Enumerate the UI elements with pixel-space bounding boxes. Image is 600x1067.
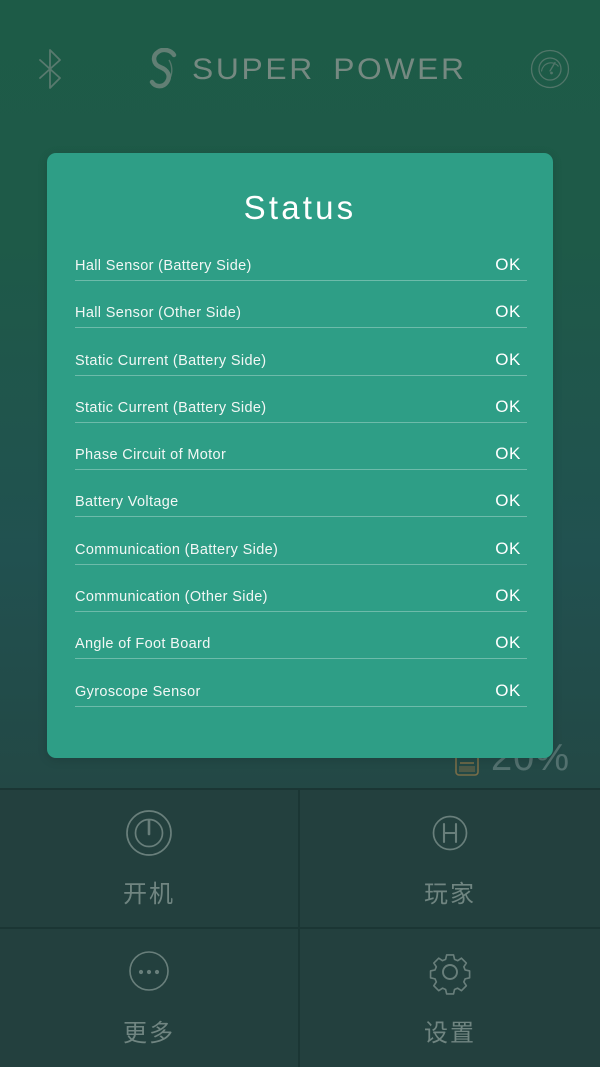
status-row-label: Communication (Battery Side) [75, 541, 279, 558]
status-row-divider [75, 421, 527, 423]
nav-label-settings: 设置 [424, 1019, 476, 1048]
bluetooth-icon [39, 49, 61, 89]
status-row: Battery Voltage OK [75, 487, 527, 534]
status-row-divider [75, 327, 527, 329]
gear-icon [426, 947, 474, 997]
bluetooth-button[interactable] [22, 41, 78, 97]
panel-title: Status [243, 189, 357, 226]
speedometer-icon [530, 49, 570, 89]
status-row: Communication (Battery Side) OK [75, 535, 527, 582]
status-row-divider [75, 280, 527, 281]
status-row-label: Static Current (Battery Side) [75, 352, 267, 369]
logo-s-mark [149, 48, 177, 89]
status-row-list: Hall Sensor (Battery Side) OK Hall Sensor … [47, 251, 553, 724]
status-row-label: Static Current (Battery Side) [75, 399, 267, 416]
status-row-value: OK [495, 349, 521, 369]
nav-button-more[interactable]: 更多 [0, 928, 300, 1067]
app-header: SUPER POWER [0, 0, 600, 138]
brand-name: SUPER POWER [191, 53, 467, 86]
status-row-divider [75, 705, 527, 707]
status-row-value: OK [495, 491, 521, 511]
status-row-label: Communication (Other Side) [75, 589, 268, 606]
more-dots-icon [126, 947, 172, 997]
nav-button-settings[interactable]: 设置 [300, 929, 600, 1067]
status-row: Static Current (Battery Side) OK [75, 346, 527, 393]
status-row-value: OK [495, 586, 521, 606]
status-row-label: Battery Voltage [75, 494, 179, 511]
status-row-value: OK [495, 680, 521, 700]
status-row-divider [75, 374, 527, 376]
status-row-value: OK [495, 538, 521, 558]
nav-button-power[interactable]: 开机 [0, 790, 300, 929]
status-row: Hall Sensor (Other Side) OK [75, 298, 527, 345]
speedometer-button[interactable] [522, 41, 578, 97]
status-row: Communication (Other Side) OK [75, 582, 527, 629]
status-row: Static Current (Battery Side) OK [75, 393, 527, 440]
status-row-label: Hall Sensor (Battery Side) [75, 258, 252, 274]
status-row: Phase Circuit of Motor OK [75, 440, 527, 487]
status-row: Gyroscope Sensor OK [75, 677, 527, 724]
status-row: Angle of Foot Board OK [75, 629, 527, 676]
status-row-divider [75, 611, 527, 613]
status-row-label: Gyroscope Sensor [75, 683, 201, 700]
nav-label-more: 更多 [123, 1019, 175, 1048]
status-row: Hall Sensor (Battery Side) OK [75, 251, 527, 298]
status-row-value: OK [495, 255, 521, 274]
power-icon [125, 808, 173, 858]
nav-label-power: 开机 [123, 879, 175, 908]
status-row-divider [75, 658, 527, 660]
status-row-label: Hall Sensor (Other Side) [75, 305, 242, 322]
brand-logo: SUPER POWER [149, 48, 464, 92]
status-row-value: OK [495, 444, 521, 464]
status-row-value: OK [495, 633, 521, 653]
rider-h-icon [426, 808, 474, 858]
status-row-value: OK [495, 302, 521, 322]
status-row-label: Angle of Foot Board [75, 636, 211, 653]
bottom-nav-bar: 开机 玩家 更多 设置 [0, 788, 600, 1067]
nav-button-rider[interactable]: 玩家 [300, 790, 600, 929]
status-row-label: Phase Circuit of Motor [75, 447, 227, 464]
status-panel: Status Hall Sensor (Battery Side) OK Hall … [47, 153, 553, 758]
status-row-divider [75, 563, 527, 565]
status-row-divider [75, 469, 527, 471]
status-row-divider [75, 516, 527, 518]
nav-label-rider: 玩家 [424, 879, 476, 908]
status-row-value: OK [495, 396, 521, 416]
